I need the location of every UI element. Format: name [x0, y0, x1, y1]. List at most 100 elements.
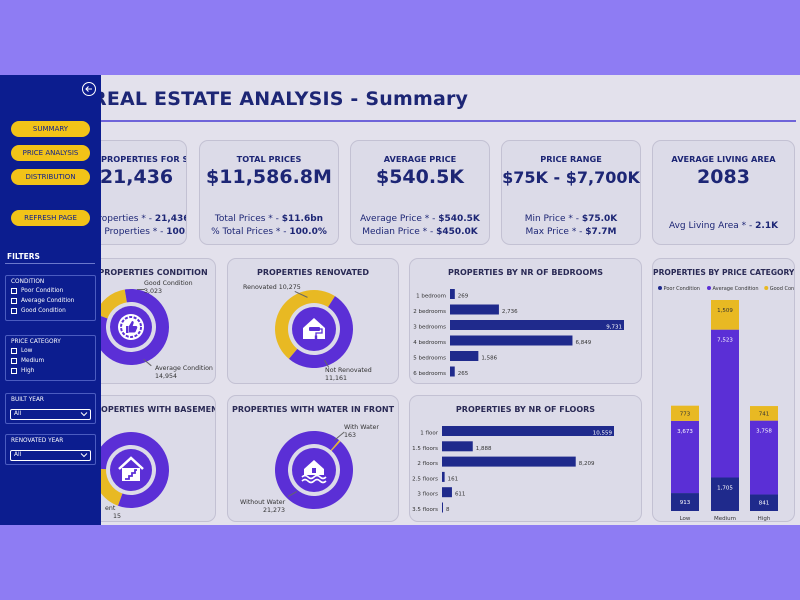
data-label: 15 [113, 513, 122, 520]
nav-distribution-button[interactable]: DISTRIBUTION [11, 169, 90, 185]
category-label: 2.5 floors [412, 476, 438, 482]
legend-label: Poor Condition [664, 286, 700, 292]
checkbox-icon [11, 307, 17, 314]
data-label: Good Condition [144, 280, 193, 287]
category-label: Low [680, 516, 691, 522]
checkbox-low[interactable]: Low [11, 347, 32, 355]
renovated-year-select[interactable]: All [10, 450, 91, 461]
kpi-value: $11,586.8M [206, 166, 332, 188]
data-label: 161 [448, 476, 459, 482]
nav-summary-button[interactable]: SUMMARY [11, 121, 90, 137]
bar[interactable] [450, 320, 624, 330]
data-label: 14,954 [155, 373, 178, 380]
checkbox-good-condition[interactable]: Good Condition [11, 307, 66, 315]
kpi-line-2: % Total Prices * - 100.0% [211, 227, 327, 237]
checkbox-average-condition[interactable]: Average Condition [11, 297, 74, 305]
kpi-line-1: Average Price * - $540.5K [360, 214, 480, 224]
checkbox-icon [11, 287, 17, 294]
leader-line [137, 289, 145, 290]
category-label: 2 floors [417, 461, 438, 467]
kpi-value: $540.5K [375, 166, 465, 188]
chart-card-renovated[interactable]: PROPERTIES RENOVATED Renovated 10,275 No… [227, 258, 399, 384]
kpi-value: $75K - $7,700K [502, 168, 640, 187]
kpi-card-average-price[interactable]: AVERAGE PRICE $540.5K Average Price * - … [350, 140, 490, 245]
bar[interactable] [442, 471, 445, 482]
data-label: Without Water [240, 499, 286, 506]
data-label: 9,731 [606, 325, 622, 331]
filter-title: PRICE CATEGORY [11, 339, 61, 345]
category-label: 1.5 floors [412, 446, 438, 452]
kpi-label: TOTAL PRICES [236, 154, 302, 164]
kpi-line-2: Max Price * - $7.7M [525, 227, 617, 237]
kpi-card-living-area[interactable]: AVERAGE LIVING AREA 2083 Avg Living Area… [652, 140, 795, 245]
filters-divider [5, 263, 95, 264]
bar[interactable] [442, 441, 473, 452]
data-label: ent [105, 505, 116, 512]
category-label: 4 bedrooms [413, 340, 446, 346]
bar[interactable] [450, 289, 455, 299]
filter-price-category: PRICE CATEGORY Low Medium High [5, 335, 96, 381]
legend-swatch [707, 286, 711, 290]
checkbox-high[interactable]: High [11, 367, 34, 375]
data-label: 841 [759, 501, 770, 507]
checkbox-icon [11, 297, 17, 304]
data-label: 1,509 [717, 308, 733, 314]
data-label: 913 [680, 500, 691, 506]
checkbox-icon [11, 367, 17, 374]
badge-thumbs-up-icon [118, 314, 144, 340]
checkbox-medium[interactable]: Medium [11, 357, 44, 365]
stacked-bar-segment[interactable] [711, 477, 739, 511]
bar[interactable] [450, 351, 479, 361]
legend-label: Average Condition [713, 286, 759, 292]
stacked-bar-segment[interactable] [711, 300, 739, 330]
data-label: 265 [458, 371, 469, 377]
bar[interactable] [450, 366, 455, 377]
nav-price-analysis-button[interactable]: PRICE ANALYSIS [11, 145, 90, 161]
bar[interactable] [450, 335, 573, 346]
data-label: With Water [344, 424, 379, 431]
kpi-line-1: Avg Living Area * - 2.1K [668, 221, 779, 231]
bar[interactable] [442, 487, 452, 498]
data-label: 1,586 [481, 356, 497, 362]
donut-chart-renovated [275, 290, 354, 368]
back-button[interactable] [82, 82, 96, 96]
data-label: 3,758 [756, 429, 772, 435]
bar[interactable] [442, 426, 614, 436]
bar[interactable] [442, 456, 576, 467]
kpi-card-price-range[interactable]: PRICE RANGE $75K - $7,700K Min Price * -… [501, 140, 641, 245]
legend-swatch [764, 286, 769, 290]
chart-card-price-category[interactable]: PROPERTIES BY PRICE CATEGORY Poor Condit… [652, 258, 795, 522]
data-label: Average Condition [155, 365, 213, 372]
data-label: 741 [759, 411, 770, 417]
category-label: 5 bedrooms [413, 356, 446, 362]
bar[interactable] [450, 304, 499, 315]
chevron-down-icon [80, 412, 88, 417]
bar-chart-floors: 1 floor 10,559 1.5 floors 1,888 2 floors 8,20… [412, 426, 614, 513]
data-label: 3,023 [144, 288, 163, 295]
kpi-label: AVERAGE LIVING AREA [671, 154, 776, 164]
refresh-page-button[interactable]: REFRESH PAGE [11, 210, 90, 226]
chart-card-bedrooms[interactable]: PROPERTIES BY NR OF BEDROOMS 1 bedroom 26… [409, 258, 642, 384]
kpi-card-total-prices[interactable]: TOTAL PRICES $11,586.8M Total Prices * -… [199, 140, 339, 245]
category-label: 3 floors [417, 492, 438, 498]
data-label: 21,273 [263, 507, 286, 514]
kpi-line-1: Min Price * - $75.0K [524, 214, 618, 224]
data-label: Not Renovated [325, 367, 372, 374]
filter-title: RENOVATED YEAR [11, 438, 64, 444]
data-label: 10,559 [593, 431, 613, 437]
category-label: High [758, 516, 771, 522]
data-label: 3,673 [677, 429, 693, 435]
checkbox-poor-condition[interactable]: Poor Condition [11, 287, 63, 295]
checkbox-icon [11, 347, 17, 354]
category-label: 1 floor [420, 431, 438, 437]
legend-swatch [658, 286, 662, 290]
bar[interactable] [442, 502, 443, 513]
stacked-bar-segment[interactable] [711, 329, 739, 478]
category-label: 3 bedrooms [413, 325, 446, 331]
filters-heading: FILTERS [7, 252, 40, 261]
chart-card-floors[interactable]: PROPERTIES BY NR OF FLOORS 1 floor 10,559… [409, 395, 642, 522]
filter-title: CONDITION [11, 279, 45, 285]
built-year-select[interactable]: All [10, 409, 91, 420]
stacked-bar-chart-price-category: Poor Condition Average Condition Good Cond… [658, 286, 794, 522]
chart-card-waterfront[interactable]: PROPERTIES WITH WATER IN FRONT With Wate… [227, 395, 399, 522]
